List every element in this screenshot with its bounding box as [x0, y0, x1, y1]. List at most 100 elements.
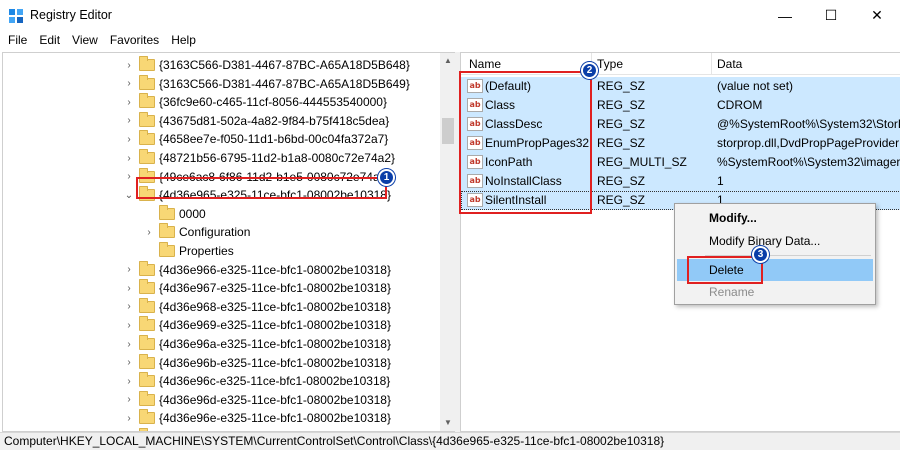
folder-icon: [159, 204, 175, 220]
chevron-right-icon[interactable]: ›: [123, 264, 135, 275]
close-button[interactable]: ✕: [854, 0, 900, 31]
folder-icon: [139, 56, 155, 71]
chevron-right-icon[interactable]: ›: [123, 97, 135, 108]
value-type: REG_SZ: [597, 117, 646, 131]
menu-item-modify-binary-data[interactable]: Modify Binary Data...: [677, 230, 873, 252]
tree-key[interactable]: › {4d36e967-e325-11ce-bfc1-08002be10318}: [123, 279, 391, 297]
folder-icon: [139, 279, 155, 295]
annotation-box-delete: [687, 256, 763, 284]
tree-key-label: {4d36e96a-e325-11ce-bfc1-08002be10318}: [159, 337, 391, 351]
tree-key[interactable]: › {4d36e96e-e325-11ce-bfc1-08002be10318}: [123, 409, 391, 427]
menu-help[interactable]: Help: [165, 31, 202, 51]
tree-subkey[interactable]: Properties: [143, 242, 234, 260]
menu-view[interactable]: View: [66, 31, 104, 51]
folder-icon: [139, 316, 155, 332]
chevron-right-icon[interactable]: ›: [123, 320, 135, 331]
tree-key[interactable]: › {4d36e96a-e325-11ce-bfc1-08002be10318}: [123, 335, 391, 353]
chevron-right-icon[interactable]: ›: [123, 357, 135, 368]
chevron-right-icon[interactable]: ›: [123, 153, 135, 164]
registry-editor-icon: [9, 9, 23, 23]
scrollbar-thumb[interactable]: [442, 118, 454, 144]
value-data: storprop.dll,DvdPropPageProvider: [717, 136, 900, 150]
tree-key-label: {4d36e969-e325-11ce-bfc1-08002be10318}: [159, 318, 391, 333]
menu-file[interactable]: File: [2, 31, 33, 51]
column-divider[interactable]: [711, 53, 712, 75]
value-data: %SystemRoot%\System32\imagere: [717, 155, 900, 169]
folder-icon: [139, 149, 155, 164]
annotation-box-values: [459, 71, 592, 214]
tree-key[interactable]: › {36fc9e60-c465-11cf-8056-444553540000}: [123, 93, 387, 111]
tree-key-label: {4d36e96d-e325-11ce-bfc1-08002be10318}: [159, 392, 391, 407]
chevron-right-icon[interactable]: ›: [123, 301, 135, 312]
tree-subkey[interactable]: 0000: [143, 204, 206, 223]
chevron-right-icon[interactable]: ›: [123, 413, 135, 424]
column-header-name[interactable]: Name: [469, 57, 501, 71]
context-menu: Modify... Modify Binary Data... Delete R…: [674, 203, 876, 305]
folder-icon: [139, 260, 155, 276]
scroll-up-icon[interactable]: ▲: [440, 53, 455, 69]
column-header-data[interactable]: Data: [717, 57, 742, 71]
folder-icon: [139, 93, 155, 109]
tree-key-label: Configuration: [179, 225, 251, 240]
tree-key[interactable]: › {4d36e969-e325-11ce-bfc1-08002be10318}: [123, 316, 391, 334]
chevron-right-icon[interactable]: ›: [143, 227, 155, 238]
value-type: REG_SZ: [597, 174, 646, 188]
tree-key-label: {4d36e96b-e325-11ce-bfc1-08002be10318}: [159, 355, 391, 370]
tree-key[interactable]: › {4d36e96d-e325-11ce-bfc1-08002be10318}: [123, 390, 391, 409]
chevron-right-icon[interactable]: ›: [123, 134, 135, 145]
tree-key[interactable]: › {4d36e96b-e325-11ce-bfc1-08002be10318}: [123, 353, 391, 372]
folder-icon: [139, 390, 155, 406]
chevron-right-icon[interactable]: ›: [123, 376, 135, 387]
tree-key[interactable]: › {3163C566-D381-4467-87BC-A65A18D5B648}: [123, 56, 410, 74]
tree-key[interactable]: › {48721b56-6795-11d2-b1a8-0080c72e74a2}: [123, 149, 395, 167]
tree-vertical-scrollbar[interactable]: ▲ ▼: [440, 53, 455, 431]
tree-key-label: {3163C566-D381-4467-87BC-A65A18D5B649}: [159, 76, 410, 91]
chevron-right-icon[interactable]: ›: [123, 60, 135, 71]
registry-key-tree[interactable]: › {3163C566-D381-4467-87BC-A65A18D5B648} ›…: [2, 52, 455, 432]
scroll-down-icon[interactable]: ▼: [440, 415, 455, 431]
tree-key[interactable]: › {43675d81-502a-4a82-9f84-b75f418c5dea}: [123, 111, 390, 130]
value-data: CDROM: [717, 98, 763, 112]
folder-icon: [139, 372, 155, 388]
tree-key[interactable]: › {4d36e966-e325-11ce-bfc1-08002be10318}: [123, 260, 391, 279]
tree-key-label: {3163C566-D381-4467-87BC-A65A18D5B648}: [159, 58, 410, 72]
maximize-button[interactable]: ☐: [808, 0, 854, 31]
chevron-right-icon[interactable]: ›: [123, 171, 135, 182]
menu-edit[interactable]: Edit: [33, 31, 66, 51]
minimize-button[interactable]: —: [762, 0, 808, 31]
menu-favorites[interactable]: Favorites: [104, 31, 165, 51]
value-type: REG_MULTI_SZ: [597, 155, 687, 169]
tree-key[interactable]: › {4d36e968-e325-11ce-bfc1-08002be10318}: [123, 297, 391, 316]
chevron-right-icon[interactable]: ›: [123, 283, 135, 294]
tree-key-label: {4d36e966-e325-11ce-bfc1-08002be10318}: [159, 262, 391, 277]
annotation-badge-1: 1: [378, 169, 395, 186]
folder-icon: [139, 130, 155, 146]
annotation-badge-2: 2: [581, 62, 598, 79]
tree-key-label: Properties: [179, 244, 234, 258]
tree-key[interactable]: › {4658ee7e-f050-11d1-b6bd-00c04fa372a7}: [123, 130, 388, 148]
status-bar-path: Computer\HKEY_LOCAL_MACHINE\SYSTEM\Curre…: [0, 432, 900, 450]
folder-icon: [139, 74, 155, 90]
window-title: Registry Editor: [30, 8, 112, 22]
tree-key-label: {4d36e967-e325-11ce-bfc1-08002be10318}: [159, 281, 391, 296]
folder-icon: [139, 111, 155, 127]
tree-key-label: {4d36e968-e325-11ce-bfc1-08002be10318}: [159, 299, 391, 314]
value-data: @%SystemRoot%\System32\StorP: [717, 117, 900, 131]
value-data: 1: [717, 174, 724, 188]
chevron-down-icon[interactable]: ⌄: [123, 190, 135, 201]
chevron-right-icon[interactable]: ›: [123, 115, 135, 126]
menu-item-rename[interactable]: Rename: [677, 281, 873, 303]
title-bar: Registry Editor — ☐ ✕: [0, 0, 900, 31]
tree-key-label: {43675d81-502a-4a82-9f84-b75f418c5dea}: [159, 113, 390, 128]
chevron-right-icon[interactable]: ›: [123, 339, 135, 350]
chevron-right-icon[interactable]: ›: [123, 78, 135, 89]
tree-subkey[interactable]: › Configuration: [143, 223, 250, 241]
tree-key-label: 0000: [179, 206, 206, 221]
tree-key[interactable]: › {4d36e96c-e325-11ce-bfc1-08002be10318}: [123, 372, 390, 390]
tree-key-label: {48721b56-6795-11d2-b1a8-0080c72e74a2}: [159, 151, 395, 165]
folder-icon: [139, 297, 155, 313]
menu-item-modify[interactable]: Modify...: [677, 207, 873, 229]
tree-key[interactable]: › {3163C566-D381-4467-87BC-A65A18D5B649}: [123, 74, 410, 93]
column-header-type[interactable]: Type: [597, 57, 623, 71]
chevron-right-icon[interactable]: ›: [123, 394, 135, 405]
